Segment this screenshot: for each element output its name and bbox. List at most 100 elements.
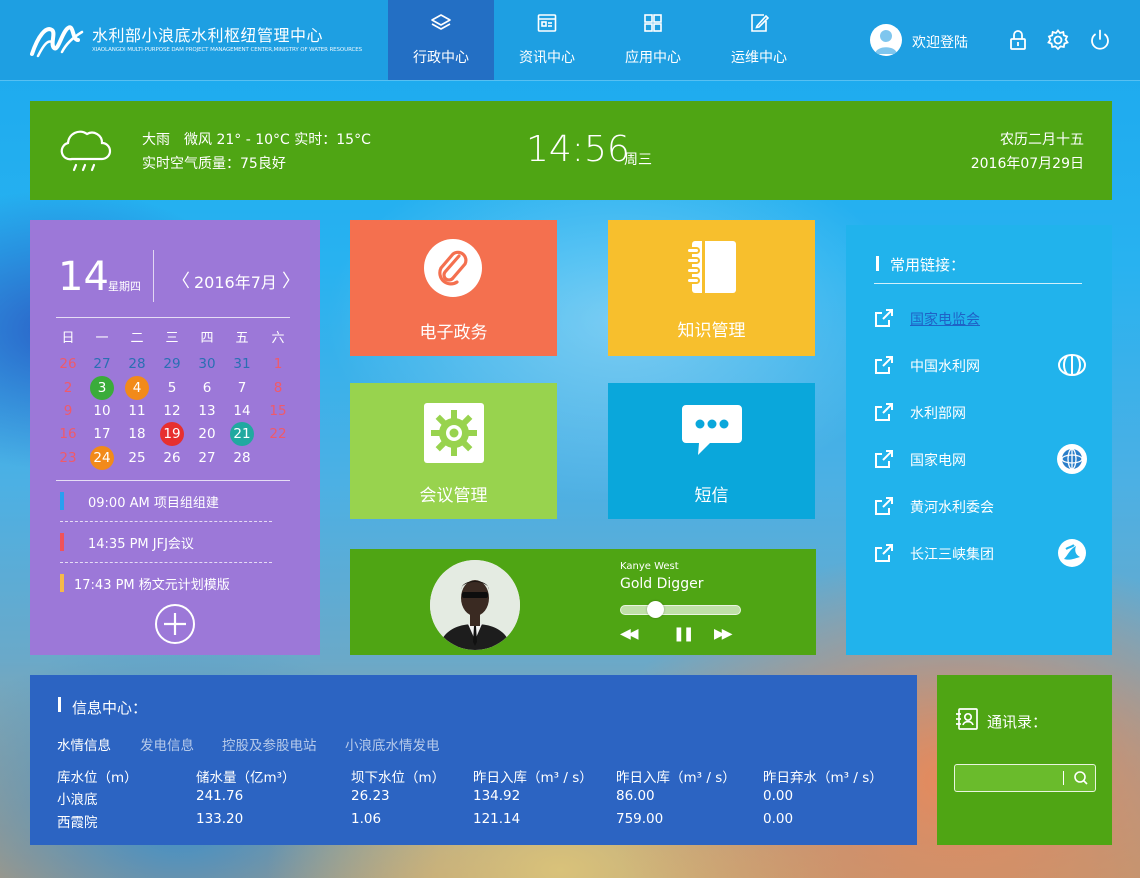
- calendar-date[interactable]: 14: [230, 399, 254, 423]
- link-label: 黄河水利委会: [910, 500, 994, 516]
- pause-button[interactable]: ❚❚: [673, 626, 695, 642]
- calendar-date[interactable]: 21: [230, 422, 254, 446]
- brand[interactable]: 水利部小浪底水利枢纽管理中心 XIAOLANGDI MULTI-PURPOSE …: [28, 14, 368, 66]
- power-icon[interactable]: [1088, 28, 1112, 52]
- calendar-date[interactable]: 27: [90, 352, 114, 376]
- event-item[interactable]: 14:35 PM JFJ会议: [88, 533, 194, 552]
- welcome-text: 欢迎登陆: [912, 35, 968, 51]
- layers-icon: [431, 14, 451, 30]
- calendar-date[interactable]: 26: [160, 446, 184, 470]
- tile-knowledge-management[interactable]: 知识管理: [608, 220, 815, 356]
- calendar-date[interactable]: 3: [90, 376, 114, 400]
- common-links-panel: 常用链接： 国家电监会 中国水利网 水利部网 国家电网 黄河水利委会 长江三峡集团: [846, 225, 1112, 655]
- calendar-date[interactable]: 11: [125, 399, 149, 423]
- news-icon: [537, 14, 557, 32]
- calendar-date[interactable]: 5: [160, 376, 184, 400]
- table-cell: 小浪底: [57, 792, 98, 808]
- tab-label: 应用中心: [625, 50, 681, 66]
- info-tab-water[interactable]: 水情信息: [57, 734, 111, 754]
- tab-label: 资讯中心: [519, 50, 575, 66]
- calendar-date[interactable]: 8: [266, 376, 290, 400]
- calendar-date[interactable]: 28: [230, 446, 254, 470]
- calendar-date[interactable]: 31: [230, 352, 254, 376]
- link-item[interactable]: 国家电网: [874, 443, 1088, 475]
- tab-news-center[interactable]: 资讯中心: [494, 0, 600, 80]
- calendar-date[interactable]: 15: [266, 399, 290, 423]
- weekday-header: 五: [235, 331, 249, 346]
- calendar-weekday: 星期四: [108, 280, 141, 293]
- tile-meeting-management[interactable]: 会议管理: [350, 383, 557, 519]
- calendar-date[interactable]: 12: [160, 399, 184, 423]
- next-month-button[interactable]: 〉: [282, 267, 300, 293]
- calendar-date[interactable]: 10: [90, 399, 114, 423]
- calendar-date[interactable]: 19: [160, 422, 184, 446]
- brand-title: 水利部小浪底水利枢纽管理中心: [92, 26, 324, 45]
- calendar-date[interactable]: 9: [56, 399, 80, 423]
- event-item[interactable]: 17:43 PM 杨文元计划模版: [74, 574, 230, 593]
- progress-knob[interactable]: [647, 601, 665, 618]
- calendar-date[interactable]: 28: [125, 352, 149, 376]
- calendar-date[interactable]: 30: [195, 352, 219, 376]
- tab-app-center[interactable]: 应用中心: [600, 0, 706, 80]
- link-item[interactable]: 中国水利网: [874, 349, 1088, 381]
- table-cell: 241.76: [196, 788, 244, 804]
- calendar-date[interactable]: 27: [195, 446, 219, 470]
- info-tab-holdings[interactable]: 控股及参股电站: [222, 734, 317, 754]
- calendar-date[interactable]: 1: [266, 352, 290, 376]
- calendar-date[interactable]: 22: [266, 422, 290, 446]
- info-tab-power[interactable]: 发电信息: [140, 734, 194, 754]
- calendar-date[interactable]: 25: [125, 446, 149, 470]
- table-cell: 1.06: [351, 811, 382, 827]
- calendar-date[interactable]: 13: [195, 399, 219, 423]
- info-tab-xld-water-power[interactable]: 小浪底水情发电: [345, 734, 440, 754]
- calendar-date[interactable]: 29: [160, 352, 184, 376]
- lock-icon[interactable]: [1006, 28, 1030, 52]
- prev-month-button[interactable]: 〈: [172, 267, 190, 293]
- solar-date: 2016年07月29日: [970, 156, 1084, 172]
- chat-bubble-icon: [682, 405, 742, 455]
- air-quality: 实时空气质量：75良好: [142, 156, 286, 172]
- edit-icon: [751, 14, 770, 32]
- tab-admin-center[interactable]: 行政中心: [388, 0, 494, 80]
- calendar-date[interactable]: 17: [90, 422, 114, 446]
- contacts-search-input[interactable]: [955, 765, 1065, 791]
- event-item[interactable]: 09:00 AM 项目组组建: [88, 492, 219, 511]
- rain-cloud-icon: [60, 130, 112, 172]
- table-cell: 0.00: [763, 811, 794, 827]
- calendar-date[interactable]: 4: [125, 376, 149, 400]
- calendar-date[interactable]: 18: [125, 422, 149, 446]
- tab-label: 行政中心: [413, 50, 469, 66]
- search-icon[interactable]: [1067, 766, 1095, 790]
- search-divider: [1063, 771, 1064, 785]
- previous-track-button[interactable]: ◀◀: [620, 626, 638, 642]
- calendar-date[interactable]: 6: [195, 376, 219, 400]
- tab-ops-center[interactable]: 运维中心: [706, 0, 812, 80]
- link-item[interactable]: 国家电监会: [874, 302, 1088, 334]
- link-item[interactable]: 水利部网: [874, 396, 1088, 428]
- contacts-book-icon: [956, 708, 978, 730]
- calendar-date[interactable]: 26: [56, 352, 80, 376]
- add-event-button[interactable]: [155, 604, 195, 644]
- contacts-title: 通讯录：: [987, 713, 1048, 731]
- calendar-date[interactable]: 23: [56, 446, 80, 470]
- calendar-date[interactable]: 2: [56, 376, 80, 400]
- external-link-icon: [875, 309, 893, 327]
- album-cover-image: [430, 560, 520, 650]
- calendar-divider: [153, 250, 154, 302]
- next-track-button[interactable]: ▶▶: [714, 626, 732, 642]
- table-header: 储水量（亿m³）: [196, 770, 296, 786]
- grid-icon: [644, 14, 662, 32]
- gear-icon[interactable]: [1046, 28, 1070, 52]
- progress-slider[interactable]: [620, 601, 741, 618]
- table-cell: 86.00: [616, 788, 655, 804]
- calendar-date[interactable]: 24: [90, 446, 114, 470]
- tile-e-government[interactable]: 电子政务: [350, 220, 557, 356]
- calendar-date[interactable]: 20: [195, 422, 219, 446]
- calendar-date[interactable]: 16: [56, 422, 80, 446]
- lunar-date: 农历二月十五: [1000, 132, 1084, 148]
- link-item[interactable]: 黄河水利委会: [874, 490, 1088, 522]
- tile-sms[interactable]: 短信: [608, 383, 815, 519]
- calendar-day: 14: [58, 254, 109, 300]
- calendar-date[interactable]: 7: [230, 376, 254, 400]
- link-item[interactable]: 长江三峡集团: [874, 537, 1088, 569]
